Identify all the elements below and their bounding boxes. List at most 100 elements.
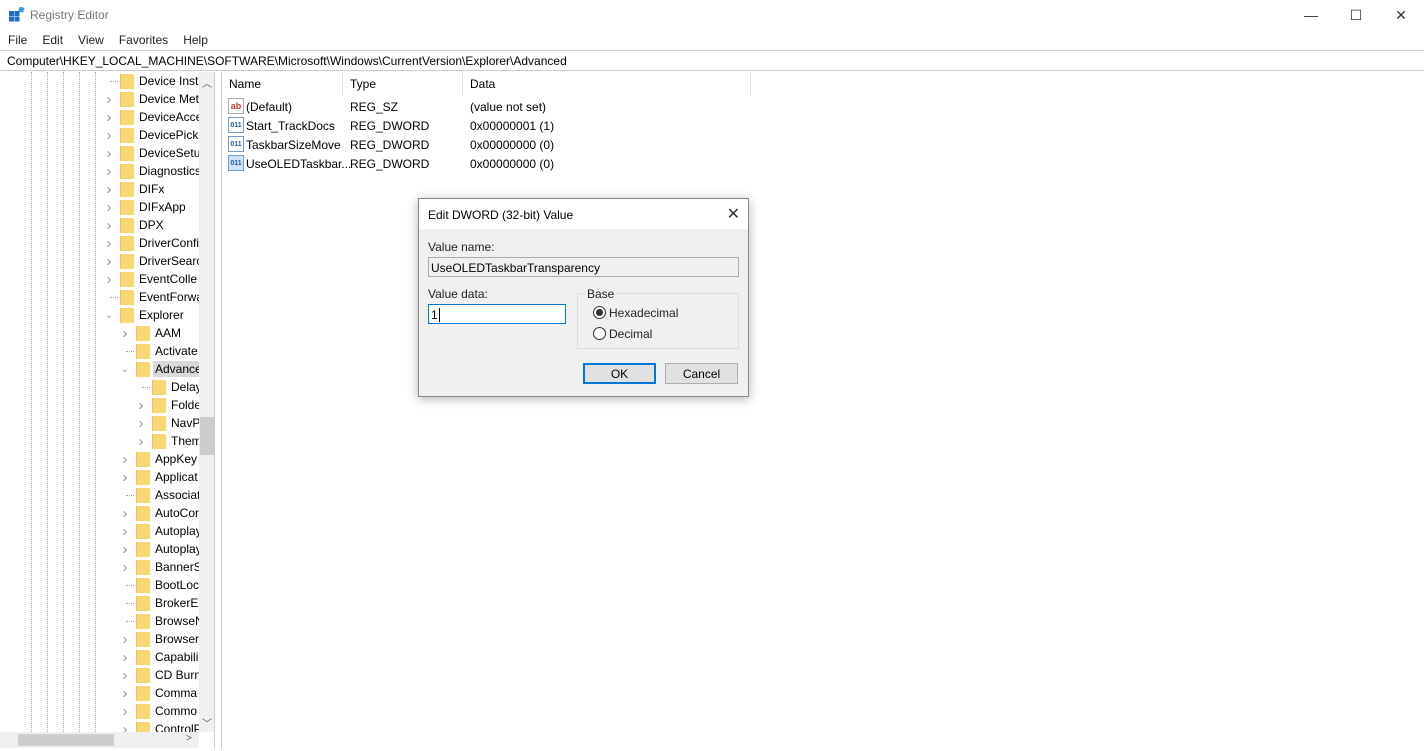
tree-node[interactable]: › DIFxApp	[0, 198, 199, 216]
tree-node[interactable]: › AAM	[0, 324, 199, 342]
tree-node[interactable]: › Browser	[0, 630, 200, 648]
scroll-down-arrow-icon[interactable]: ﹀	[202, 715, 212, 730]
menu-file[interactable]: File	[0, 30, 34, 50]
tree-node[interactable]: › Diagnostics	[0, 162, 200, 180]
chevron-right-icon[interactable]: ›	[136, 396, 146, 414]
tree-node[interactable]: › Applicat	[0, 468, 199, 486]
tree-vertical-scroll-thumb[interactable]	[200, 417, 214, 455]
scroll-right-arrow-icon[interactable]: >	[186, 733, 192, 744]
scroll-up-arrow-icon[interactable]: ︿	[202, 75, 212, 90]
tree-node[interactable]: › Autoplay	[0, 540, 200, 558]
chevron-right-icon[interactable]: ›	[120, 558, 130, 576]
column-header-type[interactable]: Type	[343, 72, 463, 96]
chevron-right-icon[interactable]: ›	[104, 108, 114, 126]
tree-node[interactable]: › DeviceSetu	[0, 144, 200, 162]
tree-node[interactable]: › Comma	[0, 684, 199, 702]
folder-icon	[152, 380, 166, 395]
cancel-button[interactable]: Cancel	[665, 363, 738, 384]
chevron-right-icon[interactable]: ›	[120, 720, 130, 733]
tree-node[interactable]: Activate	[0, 342, 199, 360]
chevron-down-icon[interactable]: ⌄	[120, 360, 130, 378]
chevron-right-icon[interactable]: ›	[120, 450, 130, 468]
tree-node[interactable]: › DPX	[0, 216, 199, 234]
tree-node[interactable]: › Folde	[0, 396, 200, 414]
chevron-right-icon[interactable]: ›	[120, 324, 130, 342]
value-name-field: UseOLEDTaskbarTransparency	[428, 257, 739, 277]
chevron-right-icon[interactable]: ›	[120, 666, 130, 684]
menu-help[interactable]: Help	[175, 30, 215, 50]
chevron-right-icon[interactable]: ›	[120, 648, 130, 666]
tree-connector	[110, 81, 118, 82]
decimal-radio[interactable]	[593, 327, 606, 340]
tree-node[interactable]: BootLoc	[0, 576, 199, 594]
tree-node[interactable]: › AutoCor	[0, 504, 200, 522]
chevron-right-icon[interactable]: ›	[104, 144, 114, 162]
table-row[interactable]: 011 TaskbarSizeMove REG_DWORD 0x00000000 (0…	[222, 135, 822, 154]
tree-node[interactable]: › Device Met	[0, 90, 200, 108]
column-header-name[interactable]: Name	[222, 72, 343, 96]
menu-favorites[interactable]: Favorites	[111, 30, 175, 50]
tree-node[interactable]: Associat	[0, 486, 199, 504]
column-header-data[interactable]: Data	[463, 72, 751, 96]
tree-node[interactable]: BrowseN	[0, 612, 199, 630]
menu-edit[interactable]: Edit	[34, 30, 70, 50]
chevron-right-icon[interactable]: ›	[104, 180, 114, 198]
tree-node[interactable]: › Them	[0, 432, 200, 450]
tree-node[interactable]: › DriverSearc	[0, 252, 200, 270]
chevron-right-icon[interactable]: ›	[104, 198, 114, 216]
tree-node[interactable]: › DevicePick	[0, 126, 199, 144]
tree-node[interactable]: ⌄ Explorer	[0, 306, 199, 324]
tree-node[interactable]: › DIFx	[0, 180, 199, 198]
chevron-right-icon[interactable]: ›	[120, 684, 130, 702]
chevron-right-icon[interactable]: ›	[120, 522, 130, 540]
hexadecimal-radio[interactable]	[593, 306, 606, 319]
tree-horizontal-scroll-thumb[interactable]	[18, 734, 114, 746]
close-button[interactable]: ✕	[1378, 0, 1424, 30]
chevron-right-icon[interactable]: ›	[120, 702, 130, 720]
chevron-right-icon[interactable]: ›	[120, 630, 130, 648]
tree-node[interactable]: Delay	[0, 378, 199, 396]
tree-node[interactable]: ⌄ Advance	[0, 360, 199, 378]
tree-node[interactable]: › CD Burn	[0, 666, 200, 684]
chevron-right-icon[interactable]: ›	[120, 468, 130, 486]
chevron-right-icon[interactable]: ›	[104, 270, 114, 288]
chevron-right-icon[interactable]: ›	[104, 216, 114, 234]
menu-view[interactable]: View	[70, 30, 111, 50]
table-row[interactable]: 011 UseOLEDTaskbar... REG_DWORD 0x00000000 …	[222, 154, 822, 173]
chevron-down-icon[interactable]: ⌄	[104, 306, 114, 324]
minimize-button[interactable]: —	[1288, 0, 1334, 30]
maximize-button[interactable]: ☐	[1333, 0, 1379, 30]
tree-node[interactable]: BrokerEx	[0, 594, 199, 612]
tree-node[interactable]: Device Insta	[0, 72, 199, 90]
address-bar[interactable]: Computer\HKEY_LOCAL_MACHINE\SOFTWARE\Mic…	[0, 50, 1424, 71]
tree-node[interactable]: › DeviceAcce	[0, 108, 200, 126]
tree-node[interactable]: › NavP	[0, 414, 200, 432]
dialog-close-icon[interactable]: ✕	[727, 204, 740, 224]
value-data-input[interactable]: 1	[428, 304, 566, 324]
tree-node[interactable]: › AppKey	[0, 450, 199, 468]
chevron-right-icon[interactable]: ›	[136, 414, 146, 432]
tree-node[interactable]: › DriverConfi	[0, 234, 200, 252]
tree-node[interactable]: › EventColle	[0, 270, 199, 288]
chevron-right-icon[interactable]: ›	[120, 540, 130, 558]
chevron-right-icon[interactable]: ›	[104, 252, 114, 270]
tree-node-label: EventColle	[139, 272, 198, 286]
tree-node[interactable]: › ControlP	[0, 720, 199, 732]
ok-button[interactable]: OK	[583, 363, 656, 384]
tree-node[interactable]: › Capabili	[0, 648, 199, 666]
chevron-right-icon[interactable]: ›	[120, 504, 130, 522]
table-row[interactable]: ab (Default) REG_SZ (value not set)	[222, 97, 822, 116]
decimal-label[interactable]: Decimal	[609, 327, 652, 341]
tree-node[interactable]: › Commo	[0, 702, 199, 720]
tree-node[interactable]: EventForwa	[0, 288, 199, 306]
chevron-right-icon[interactable]: ›	[104, 234, 114, 252]
chevron-right-icon[interactable]: ›	[104, 162, 114, 180]
hexadecimal-label[interactable]: Hexadecimal	[609, 306, 678, 320]
chevron-right-icon[interactable]: ›	[104, 126, 114, 144]
table-row[interactable]: 011 Start_TrackDocs REG_DWORD 0x00000001 (1…	[222, 116, 822, 135]
tree-node[interactable]: › Autoplay	[0, 522, 200, 540]
tree-vertical-scrollbar[interactable]	[199, 72, 214, 732]
tree-node[interactable]: › BannerS	[0, 558, 200, 576]
chevron-right-icon[interactable]: ›	[136, 432, 146, 450]
chevron-right-icon[interactable]: ›	[104, 90, 114, 108]
